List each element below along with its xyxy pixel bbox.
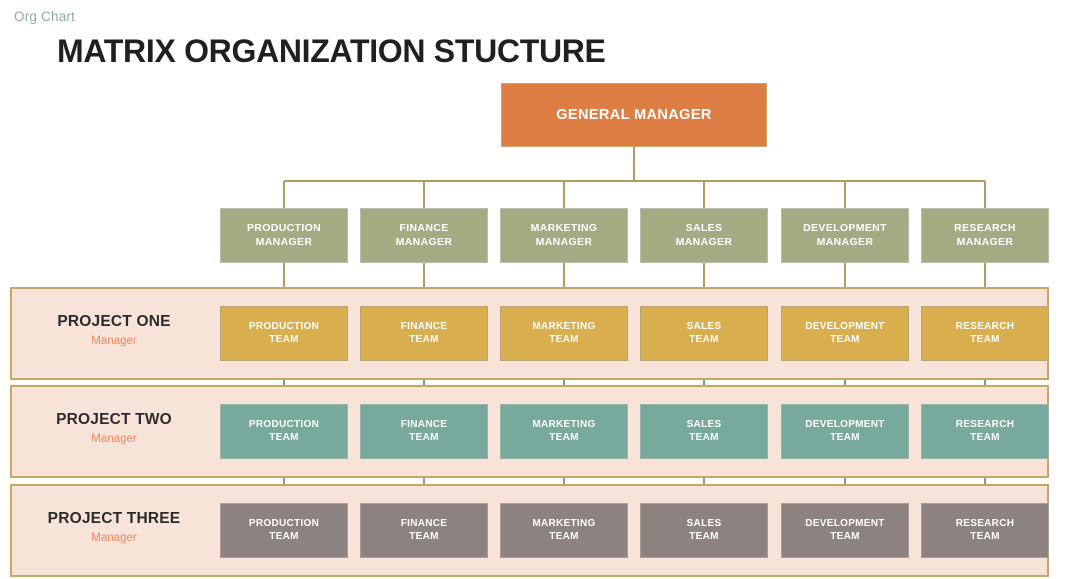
team-node-sales-p1-label: SALES — [686, 320, 722, 332]
team-node-marketing-p2[interactable]: MARKETING TEAM — [500, 404, 628, 459]
team-node-production-p2-label: PRODUCTION — [248, 418, 320, 430]
team-node-production-p1-sublabel: TEAM — [269, 333, 299, 345]
team-node-development-p3-sublabel: TEAM — [830, 530, 860, 542]
team-node-research-p1[interactable]: RESEARCH TEAM — [921, 306, 1049, 361]
team-node-marketing-p2-sublabel: TEAM — [549, 431, 579, 443]
manager-node-research-label: RESEARCH — [954, 222, 1016, 235]
team-node-finance-p1-sublabel: TEAM — [409, 333, 439, 345]
project-name: PROJECT ONE — [57, 312, 171, 330]
team-node-sales-p3-sublabel: TEAM — [689, 530, 719, 542]
team-node-sales-p3-label: SALES — [686, 517, 722, 529]
project-label: PROJECT ONE Manager — [14, 313, 214, 347]
manager-node-sales-sublabel: MANAGER — [675, 235, 733, 248]
project-role: Manager — [91, 531, 137, 544]
team-node-finance-p2[interactable]: FINANCE TEAM — [360, 404, 488, 459]
team-node-sales-p1[interactable]: SALES TEAM — [640, 306, 768, 361]
team-node-research-p1-label: RESEARCH — [955, 320, 1015, 332]
team-node-development-p2-label: DEVELOPMENT — [805, 418, 885, 430]
team-node-research-p2-label: RESEARCH — [955, 418, 1015, 430]
team-node-finance-p2-sublabel: TEAM — [409, 431, 439, 443]
team-node-research-p3-label: RESEARCH — [955, 517, 1015, 529]
team-node-sales-p1-sublabel: TEAM — [689, 333, 719, 345]
manager-node-development-sublabel: MANAGER — [816, 235, 874, 248]
team-node-finance-p1[interactable]: FINANCE TEAM — [360, 306, 488, 361]
project-name: PROJECT TWO — [56, 410, 172, 428]
page-title: MATRIX ORGANIZATION STUCTURE — [57, 33, 606, 69]
team-node-marketing-p3-sublabel: TEAM — [549, 530, 579, 542]
team-node-sales-p2-sublabel: TEAM — [689, 431, 719, 443]
team-node-finance-p3-label: FINANCE — [400, 517, 448, 529]
team-node-research-p3[interactable]: RESEARCH TEAM — [921, 503, 1049, 558]
team-node-finance-p1-label: FINANCE — [400, 320, 448, 332]
manager-node-research-sublabel: MANAGER — [956, 235, 1014, 248]
team-node-production-p3-label: PRODUCTION — [248, 517, 320, 529]
project-role: Manager — [91, 432, 137, 445]
manager-node-marketing[interactable]: MARKETING MANAGER — [500, 208, 628, 263]
team-node-production-p3-sublabel: TEAM — [269, 530, 299, 542]
team-node-development-p3[interactable]: DEVELOPMENT TEAM — [781, 503, 909, 558]
manager-node-production[interactable]: PRODUCTION MANAGER — [220, 208, 348, 263]
team-node-finance-p3-sublabel: TEAM — [409, 530, 439, 542]
team-node-marketing-p1-sublabel: TEAM — [549, 333, 579, 345]
manager-node-development[interactable]: DEVELOPMENT MANAGER — [781, 208, 909, 263]
team-node-marketing-p2-label: MARKETING — [532, 418, 596, 430]
team-node-marketing-p3-label: MARKETING — [532, 517, 596, 529]
team-node-research-p2-sublabel: TEAM — [970, 431, 1000, 443]
project-label: PROJECT TWO Manager — [14, 411, 214, 445]
manager-node-finance[interactable]: FINANCE MANAGER — [360, 208, 488, 263]
org-chart-canvas: Org Chart MATRIX ORGANIZATION STUCTURE P… — [0, 0, 1072, 579]
team-node-research-p2[interactable]: RESEARCH TEAM — [921, 404, 1049, 459]
team-node-marketing-p1-label: MARKETING — [532, 320, 596, 332]
team-node-development-p2-sublabel: TEAM — [830, 431, 860, 443]
team-node-sales-p2-label: SALES — [686, 418, 722, 430]
general-manager-node[interactable]: GENERAL MANAGER — [501, 83, 767, 147]
manager-node-production-label: PRODUCTION — [246, 222, 322, 235]
team-node-development-p1[interactable]: DEVELOPMENT TEAM — [781, 306, 909, 361]
team-node-development-p1-sublabel: TEAM — [830, 333, 860, 345]
team-node-development-p1-label: DEVELOPMENT — [805, 320, 885, 332]
team-node-marketing-p3[interactable]: MARKETING TEAM — [500, 503, 628, 558]
project-name: PROJECT THREE — [47, 509, 181, 527]
team-node-production-p3[interactable]: PRODUCTION TEAM — [220, 503, 348, 558]
manager-node-finance-label: FINANCE — [399, 222, 449, 235]
breadcrumb[interactable]: Org Chart — [14, 9, 75, 24]
team-node-sales-p2[interactable]: SALES TEAM — [640, 404, 768, 459]
team-node-development-p3-label: DEVELOPMENT — [805, 517, 885, 529]
team-node-production-p1[interactable]: PRODUCTION TEAM — [220, 306, 348, 361]
manager-node-production-sublabel: MANAGER — [255, 235, 313, 248]
manager-node-finance-sublabel: MANAGER — [395, 235, 453, 248]
project-label: PROJECT THREE Manager — [14, 510, 214, 544]
manager-node-development-label: DEVELOPMENT — [803, 222, 887, 235]
team-node-research-p3-sublabel: TEAM — [970, 530, 1000, 542]
team-node-production-p2-sublabel: TEAM — [269, 431, 299, 443]
team-node-production-p2[interactable]: PRODUCTION TEAM — [220, 404, 348, 459]
manager-node-research[interactable]: RESEARCH MANAGER — [921, 208, 1049, 263]
team-node-finance-p3[interactable]: FINANCE TEAM — [360, 503, 488, 558]
manager-node-sales-label: SALES — [685, 222, 723, 235]
project-role: Manager — [91, 334, 137, 347]
manager-node-marketing-label: MARKETING — [530, 222, 598, 235]
team-node-marketing-p1[interactable]: MARKETING TEAM — [500, 306, 628, 361]
team-node-production-p1-label: PRODUCTION — [248, 320, 320, 332]
general-manager-node-label: GENERAL MANAGER — [556, 106, 712, 123]
manager-node-marketing-sublabel: MANAGER — [535, 235, 593, 248]
manager-node-sales[interactable]: SALES MANAGER — [640, 208, 768, 263]
team-node-research-p1-sublabel: TEAM — [970, 333, 1000, 345]
team-node-sales-p3[interactable]: SALES TEAM — [640, 503, 768, 558]
team-node-finance-p2-label: FINANCE — [400, 418, 448, 430]
team-node-development-p2[interactable]: DEVELOPMENT TEAM — [781, 404, 909, 459]
